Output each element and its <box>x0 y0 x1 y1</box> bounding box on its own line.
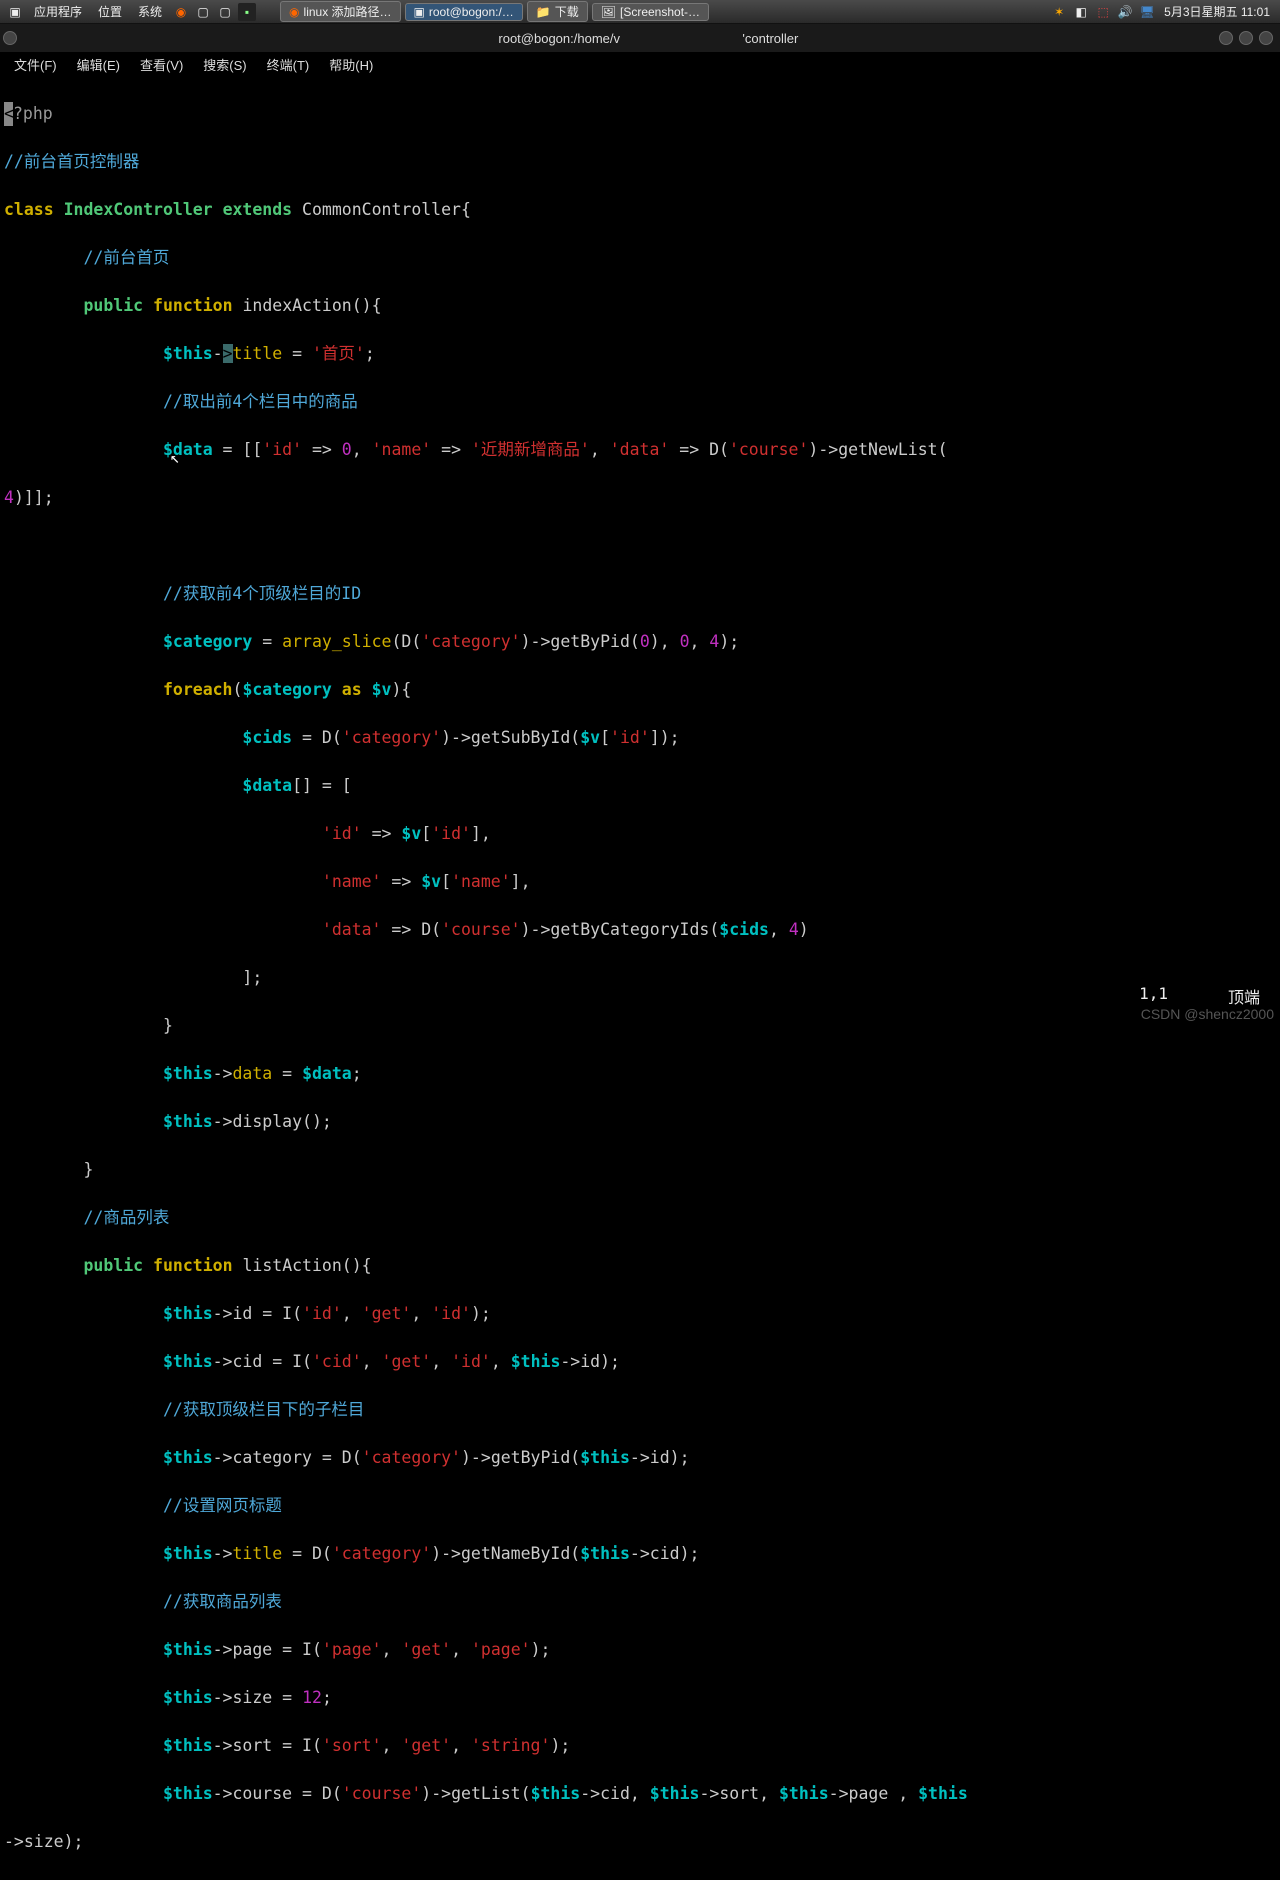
window-close[interactable] <box>1259 31 1273 45</box>
gnome-taskbar: ▣ 应用程序 位置 系统 ◉ ▢ ▢ ▪ ◉linux 添加路径… ▣root@… <box>0 0 1280 24</box>
firefox-icon[interactable]: ◉ <box>172 3 190 21</box>
menu-search[interactable]: 搜索(S) <box>193 55 256 74</box>
terminal-icon: ▣ <box>414 5 425 19</box>
volume-icon[interactable]: 🔊 <box>1116 3 1134 21</box>
vim-scroll: 顶端 <box>1228 984 1260 1008</box>
menu-view[interactable]: 查看(V) <box>130 55 193 74</box>
menu-terminal[interactable]: 终端(T) <box>257 55 320 74</box>
download-icon: 📁 <box>536 5 551 19</box>
image-icon: 🖼 <box>601 5 616 19</box>
taskbar-clock[interactable]: 5月3日星期五 11:01 <box>1158 3 1276 20</box>
window-title-left: root@bogon:/home/v <box>498 31 640 46</box>
tray-icon[interactable]: ◧ <box>1072 3 1090 21</box>
menu-file[interactable]: 文件(F) <box>4 55 67 74</box>
watermark: CSDN @shencz2000 <box>1141 1006 1274 1022</box>
file-icon[interactable]: ▢ <box>194 3 212 21</box>
terminal-icon[interactable]: ▪ <box>238 3 256 21</box>
network-icon[interactable]: ⬚ <box>1094 3 1112 21</box>
sun-icon[interactable]: ✶ <box>1050 3 1068 21</box>
window-title-right: 'controller <box>742 31 798 46</box>
folder-icon[interactable]: ▢ <box>216 3 234 21</box>
vim-status: 1,1 顶端 <box>1139 984 1260 1008</box>
window-control[interactable] <box>3 31 17 45</box>
window-min[interactable] <box>1219 31 1233 45</box>
taskbar-task-2[interactable]: 📁下载 <box>527 1 588 22</box>
vim-editor[interactable]: <?php //前台首页控制器 class IndexController ex… <box>0 76 1280 1880</box>
taskbar-task-3[interactable]: 🖼[Screenshot-… <box>592 3 709 21</box>
firefox-icon: ◉ <box>289 5 299 19</box>
taskbar-menu-apps[interactable]: 应用程序 <box>26 3 90 20</box>
vim-position: 1,1 <box>1139 984 1168 1008</box>
taskbar-menu-places[interactable]: 位置 <box>90 3 130 20</box>
taskbar-task-1[interactable]: ▣root@bogon:/… <box>405 3 523 21</box>
taskbar-task-0[interactable]: ◉linux 添加路径… <box>280 1 401 22</box>
display-icon[interactable]: 🖥 <box>1138 3 1156 21</box>
window-max[interactable] <box>1239 31 1253 45</box>
gnome-menu-icon: ▣ <box>6 3 24 21</box>
menu-help[interactable]: 帮助(H) <box>319 55 383 74</box>
window-titlebar: root@bogon:/home/v 'controller <box>0 24 1280 52</box>
terminal-menubar: 文件(F) 编辑(E) 查看(V) 搜索(S) 终端(T) 帮助(H) <box>0 52 1280 76</box>
taskbar-menu-system[interactable]: 系统 <box>130 3 170 20</box>
menu-edit[interactable]: 编辑(E) <box>67 55 130 74</box>
vim-cursor: < <box>4 102 13 126</box>
